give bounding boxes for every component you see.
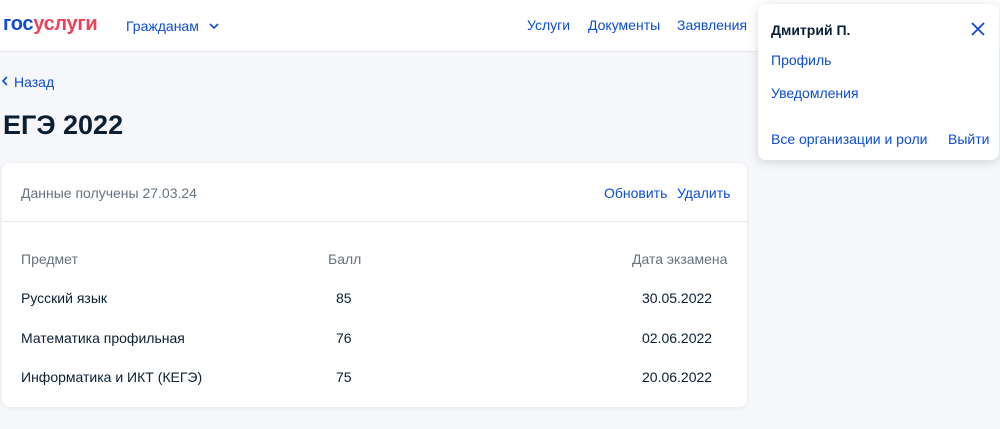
logout-link[interactable]: Выйти [948,131,989,147]
notifications-link[interactable]: Уведомления [771,85,859,101]
back-label: Назад [14,74,55,90]
gosuslugi-logo[interactable]: госуслуги [3,13,98,36]
card-header: Данные получены 27.03.24 Обновить Удалит… [2,163,747,222]
chevron-down-icon [209,17,219,33]
user-name: Дмитрий П. [771,22,851,38]
nav-services[interactable]: Услуги [527,17,570,33]
row-date: 02.06.2022 [642,330,713,346]
row-subject: Математика профильная [21,330,185,346]
logo-part-uslugi: услуги [33,13,98,35]
row-score: 76 [336,330,352,346]
chevron-left-icon [1,73,8,89]
citizens-label: Гражданам [126,18,199,34]
back-link[interactable]: Назад [1,73,55,90]
column-header-score: Балл [328,251,362,267]
profile-link[interactable]: Профиль [771,52,831,68]
row-subject: Русский язык [21,290,108,306]
nav-documents[interactable]: Документы [588,17,660,33]
close-icon[interactable] [971,22,985,36]
data-received-label: Данные получены 27.03.24 [21,185,197,201]
all-orgs-roles-link[interactable]: Все организации и роли [771,131,927,147]
exam-results-card: Данные получены 27.03.24 Обновить Удалит… [2,163,747,407]
column-header-exam-date: Дата экзамена [632,251,728,267]
row-score: 75 [336,369,352,385]
row-date: 20.06.2022 [642,369,713,385]
page-title: ЕГЭ 2022 [3,110,124,140]
column-header-subject: Предмет [21,251,78,267]
refresh-button[interactable]: Обновить [604,185,667,201]
logo-part-gos: гос [3,13,34,35]
nav-applications[interactable]: Заявления [677,17,747,33]
profile-menu-popover: Дмитрий П. Профиль Уведомления Все орган… [758,4,999,160]
row-subject: Информатика и ИКТ (КЕГЭ) [21,369,203,385]
citizens-dropdown[interactable]: Гражданам [126,17,219,34]
delete-button[interactable]: Удалить [677,185,730,201]
row-score: 85 [336,290,352,306]
row-date: 30.05.2022 [642,290,713,306]
